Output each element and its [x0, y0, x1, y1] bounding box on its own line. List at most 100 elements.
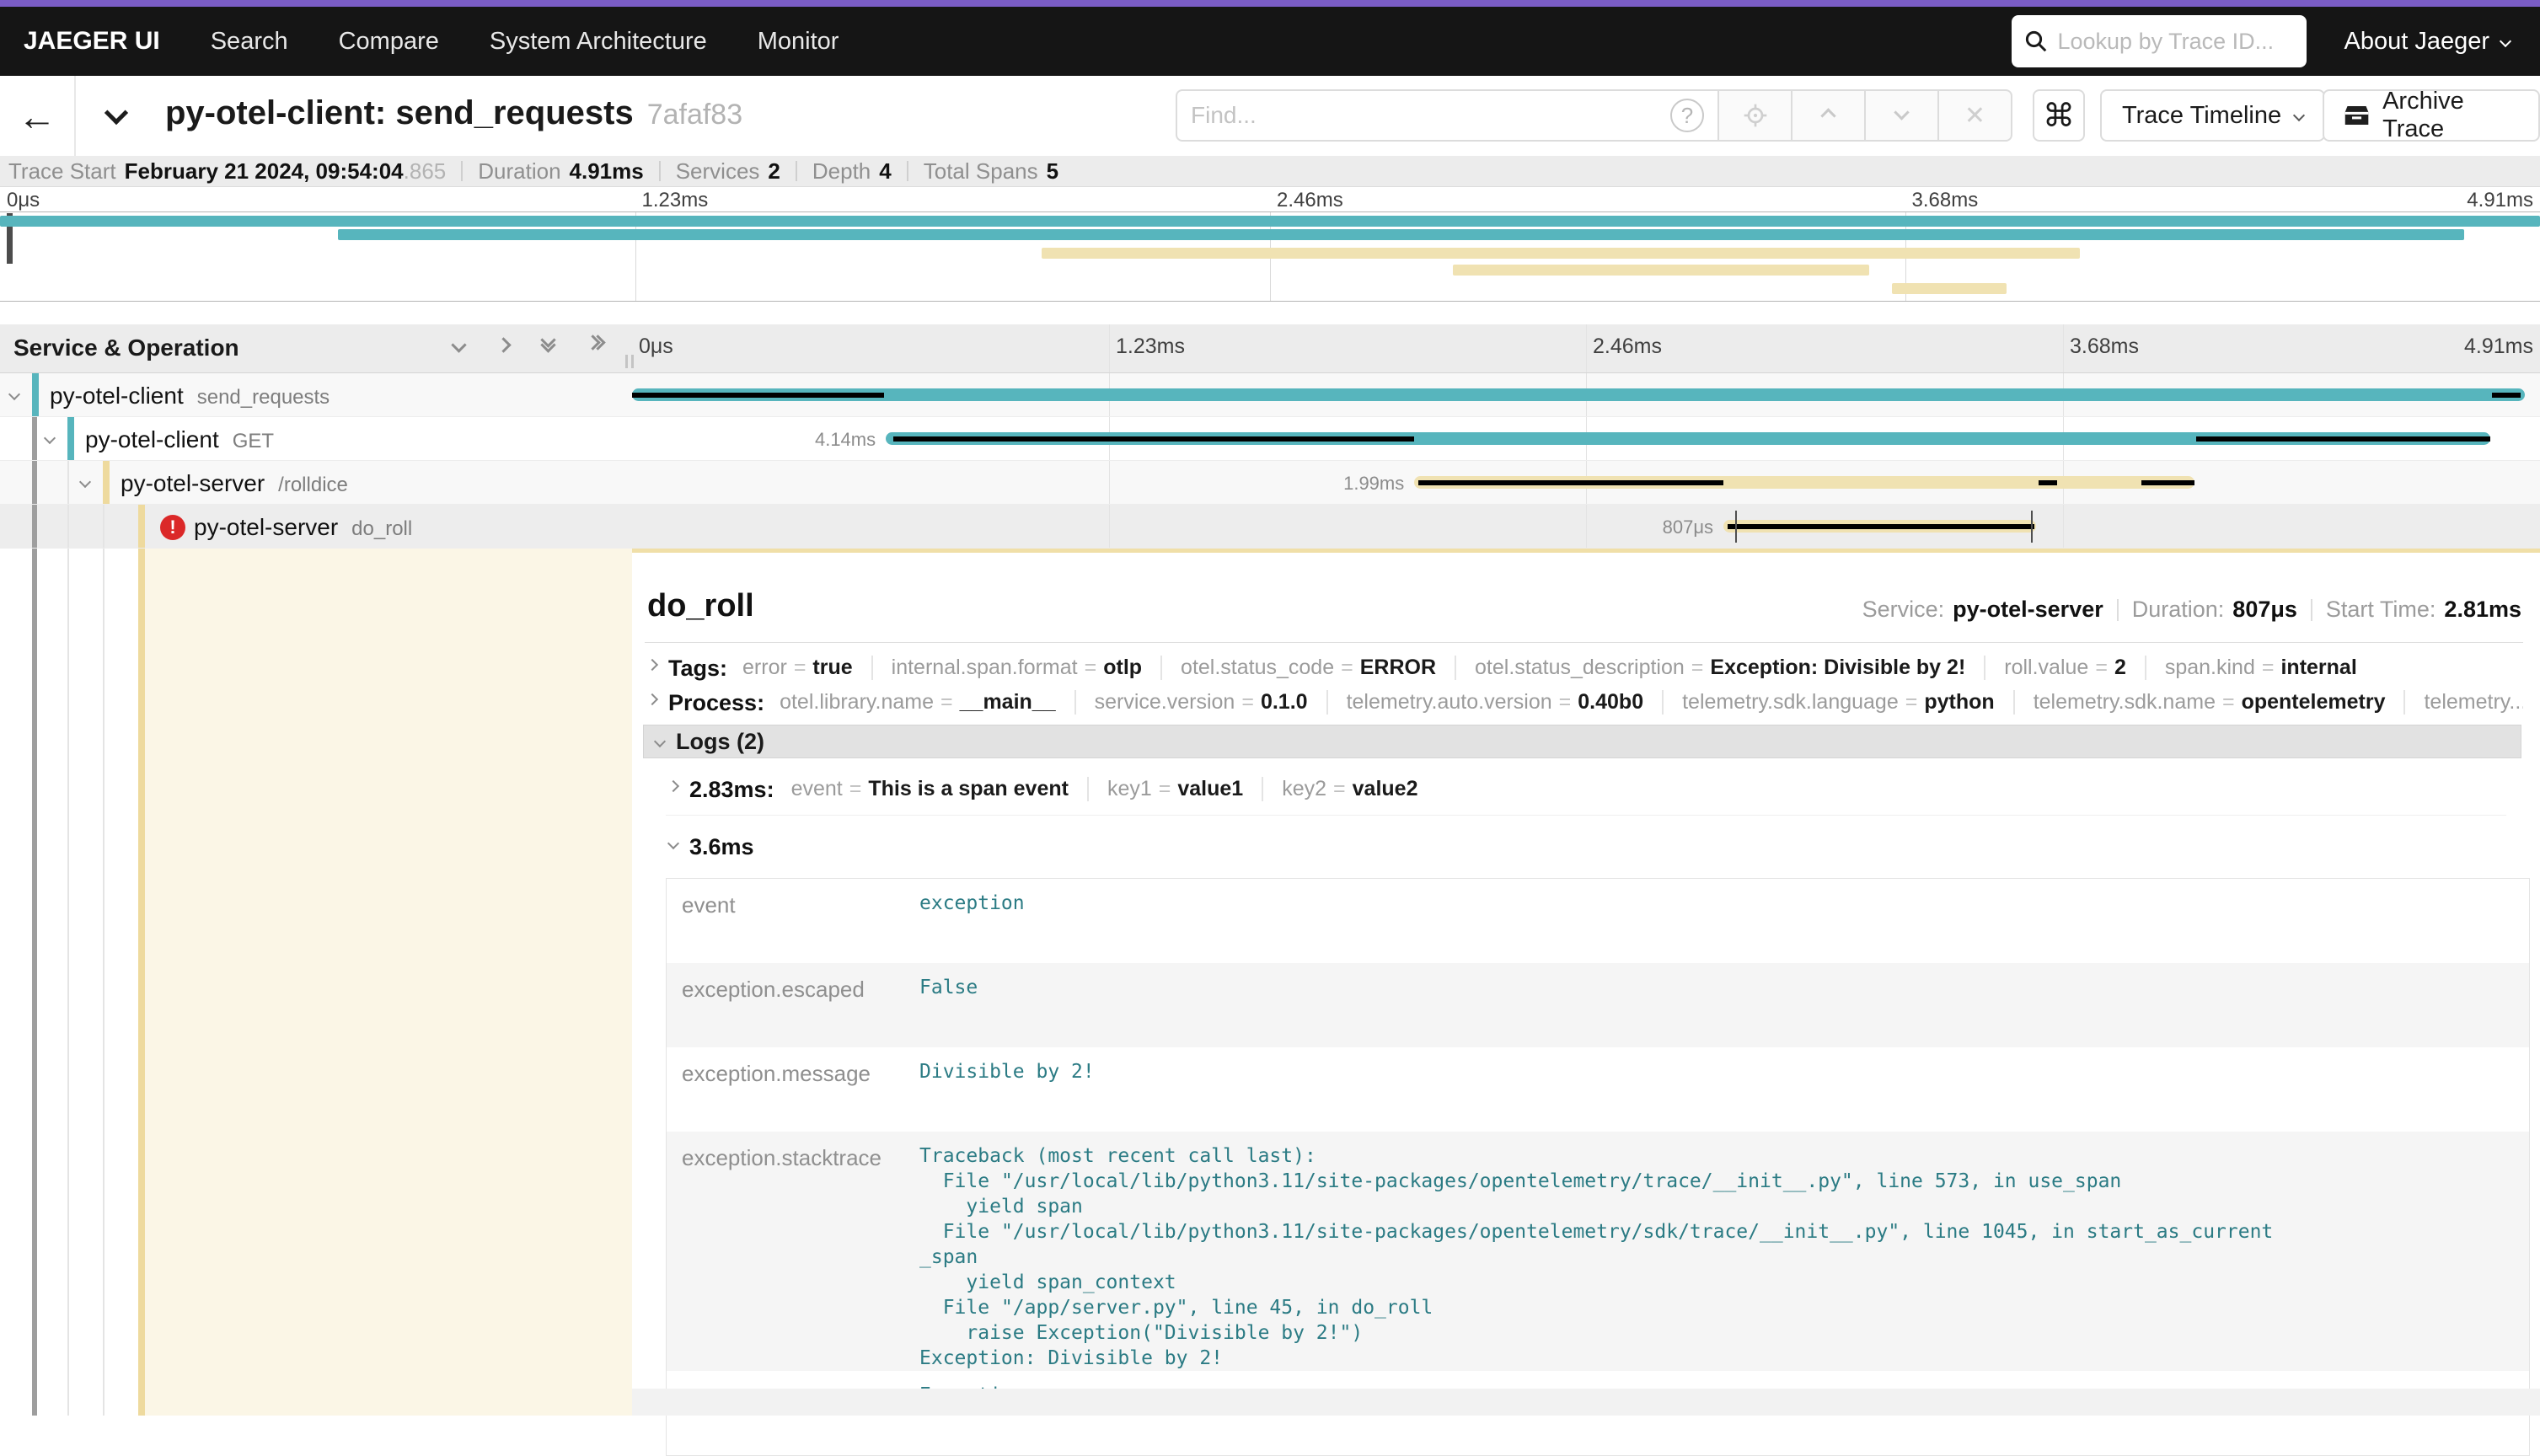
collapse-one-icon[interactable] — [451, 337, 466, 352]
detail-meta-service: Service:py-otel-server — [1862, 597, 2103, 623]
back-button[interactable]: ← — [0, 76, 76, 156]
span-detail-panel: do_roll Service:py-otel-serverDuration:8… — [632, 549, 2540, 1416]
kv-field-key1: key1=value1 — [1087, 777, 1262, 801]
span-color-accent — [67, 417, 74, 460]
chevron-down-icon — [2500, 35, 2511, 47]
minimap-span-bar — [1453, 265, 1869, 276]
nav-item-compare[interactable]: Compare — [313, 28, 464, 55]
span-row-send-requests[interactable]: py-otel-clientsend_requests — [0, 373, 2540, 417]
axis-tick: 3.68ms — [1912, 189, 1979, 212]
log-event-tick — [2031, 511, 2033, 543]
critical-path-segment — [1418, 480, 1723, 485]
trace-collapse-toggle[interactable] — [108, 104, 125, 126]
trace-stat-duration: Duration4.91ms — [478, 158, 643, 185]
kv-field-span-kind: span.kind=internal — [2145, 656, 2376, 680]
kv-field-roll-value: roll.value=2 — [1984, 656, 2145, 680]
chevron-right-icon — [667, 780, 679, 792]
span-color-accent — [32, 373, 39, 416]
focus-span-button[interactable] — [1719, 89, 1792, 142]
kv-field-otel-status-code: otel.status_code=ERROR — [1160, 656, 1455, 680]
nav-item-monitor[interactable]: Monitor — [732, 28, 865, 55]
expand-one-icon[interactable] — [496, 337, 511, 352]
minimap-span-bar — [338, 229, 2464, 240]
critical-path-segment — [2039, 480, 2058, 485]
axis-tick: 4.91ms — [2467, 189, 2533, 212]
detail-meta-starttime: Start Time:2.81ms — [2326, 597, 2521, 623]
trace-id-lookup[interactable] — [2012, 15, 2307, 67]
span-duration-label: 807μs — [1663, 517, 1713, 538]
critical-path-segment — [632, 393, 884, 398]
about-jaeger-menu[interactable]: About Jaeger — [2344, 28, 2510, 56]
chevron-right-icon — [646, 659, 658, 671]
clear-find-button[interactable]: ✕ — [1939, 89, 2012, 142]
kv-table-row-exception-escaped: exception.escapedFalse — [667, 963, 2529, 1047]
operation-name: do_roll — [351, 517, 412, 540]
kv-field-telemetry-sdk-language: telemetry.sdk.language=python — [1662, 690, 2013, 715]
axis-tick: 0μs — [7, 189, 40, 212]
nav-items: SearchCompareSystem ArchitectureMonitor — [185, 28, 865, 56]
browser-accent-strip — [0, 0, 2540, 7]
timeline-column-header: Service & Operation 0μs1.23ms2.46ms3.68m… — [0, 324, 2540, 373]
find-input[interactable] — [1191, 102, 1670, 129]
kv-table-row-event: eventexception — [667, 879, 2529, 963]
critical-path-segment — [893, 436, 1414, 442]
kv-table-row-exception-stacktrace: exception.stacktraceTraceback (most rece… — [667, 1132, 2529, 1371]
minimap-span-bar — [1892, 283, 2007, 294]
nav-item-system-architecture[interactable]: System Architecture — [464, 28, 732, 55]
process-section-toggle[interactable]: Process: otel.library.name=__main__servi… — [645, 690, 2523, 716]
log-entry-1[interactable]: 2.83ms: event=This is a span eventkey1=v… — [666, 767, 2506, 816]
find-box[interactable]: ? — [1176, 89, 1719, 142]
row-collapse-chevron[interactable] — [79, 476, 91, 488]
tags-section-toggle[interactable]: Tags: error=trueinternal.span.format=otl… — [645, 656, 2523, 682]
logs-section-toggle[interactable]: Logs (2) — [643, 725, 2521, 758]
kv-field-otel-library-name: otel.library.name=__main__ — [780, 690, 1074, 715]
span-duration-label: 4.14ms — [815, 429, 876, 451]
span-color-accent — [103, 461, 110, 504]
chevron-down-icon — [2293, 110, 2305, 121]
span-row-get[interactable]: py-otel-clientGET4.14ms — [0, 417, 2540, 461]
span-rows: py-otel-clientsend_requestspy-otel-clien… — [0, 373, 2540, 549]
next-result-button[interactable] — [1866, 89, 1939, 142]
chevron-down-icon — [104, 101, 128, 125]
back-arrow-icon: ← — [18, 97, 56, 136]
keyboard-shortcuts-button[interactable]: ⌘ — [2033, 89, 2085, 142]
row-collapse-chevron[interactable] — [8, 388, 20, 400]
process-fields: otel.library.name=__main__service.versio… — [780, 690, 2523, 715]
row-collapse-chevron[interactable] — [44, 432, 56, 444]
minimap-axis: 0μs1.23ms2.46ms3.68ms4.91ms — [0, 187, 2540, 211]
span-bar[interactable] — [632, 388, 2525, 401]
trace-id-input[interactable] — [2057, 29, 2285, 55]
timeline-ruler: 0μs1.23ms2.46ms3.68ms4.91ms — [632, 324, 2540, 372]
trace-stat-trace-start: Trace StartFebruary 21 2024, 09:54:04.86… — [8, 158, 446, 185]
detail-left-gutter — [0, 549, 632, 1416]
critical-path-segment — [2492, 393, 2521, 398]
archive-icon — [2343, 100, 2371, 131]
span-row--rolldice[interactable]: py-otel-server/rolldice1.99ms — [0, 461, 2540, 505]
kv-table-row-exception-message: exception.messageDivisible by 2! — [667, 1047, 2529, 1132]
chevron-right-icon — [646, 693, 658, 705]
trace-summary-bar: Trace StartFebruary 21 2024, 09:54:04.86… — [0, 156, 2540, 187]
span-row-do-roll[interactable]: !py-otel-serverdo_roll807μs — [0, 505, 2540, 549]
operation-name: /rolldice — [278, 474, 348, 496]
log-entry-2[interactable]: 3.6ms — [666, 824, 2506, 872]
trace-minimap[interactable] — [0, 211, 2540, 302]
trace-stat-total-spans: Total Spans5 — [924, 158, 1058, 185]
collapse-all-icon[interactable] — [543, 340, 554, 351]
trace-stat-depth: Depth4 — [812, 158, 892, 185]
span-detail-meta: Service:py-otel-serverDuration:807μsStar… — [1862, 597, 2521, 623]
prev-result-button[interactable] — [1792, 89, 1866, 142]
help-icon[interactable]: ? — [1670, 99, 1704, 132]
service-name: py-otel-serverdo_roll — [194, 514, 412, 541]
expand-all-icon[interactable] — [587, 343, 603, 348]
trace-view-selector[interactable]: Trace Timeline — [2100, 89, 2325, 142]
kv-field-internal-span-format: internal.span.format=otlp — [871, 656, 1160, 680]
log-event-tick — [1735, 511, 1737, 543]
chevron-down-icon — [1894, 104, 1909, 120]
nav-item-search[interactable]: Search — [185, 28, 313, 55]
archive-trace-button[interactable]: Archive Trace — [2323, 89, 2540, 142]
chevron-down-icon — [654, 736, 666, 747]
axis-tick: 4.91ms — [2464, 335, 2533, 359]
selected-span-accent — [138, 549, 145, 1416]
top-nav: JAEGER UI SearchCompareSystem Architectu… — [0, 7, 2540, 76]
minimap-span-bar — [1042, 248, 2081, 259]
